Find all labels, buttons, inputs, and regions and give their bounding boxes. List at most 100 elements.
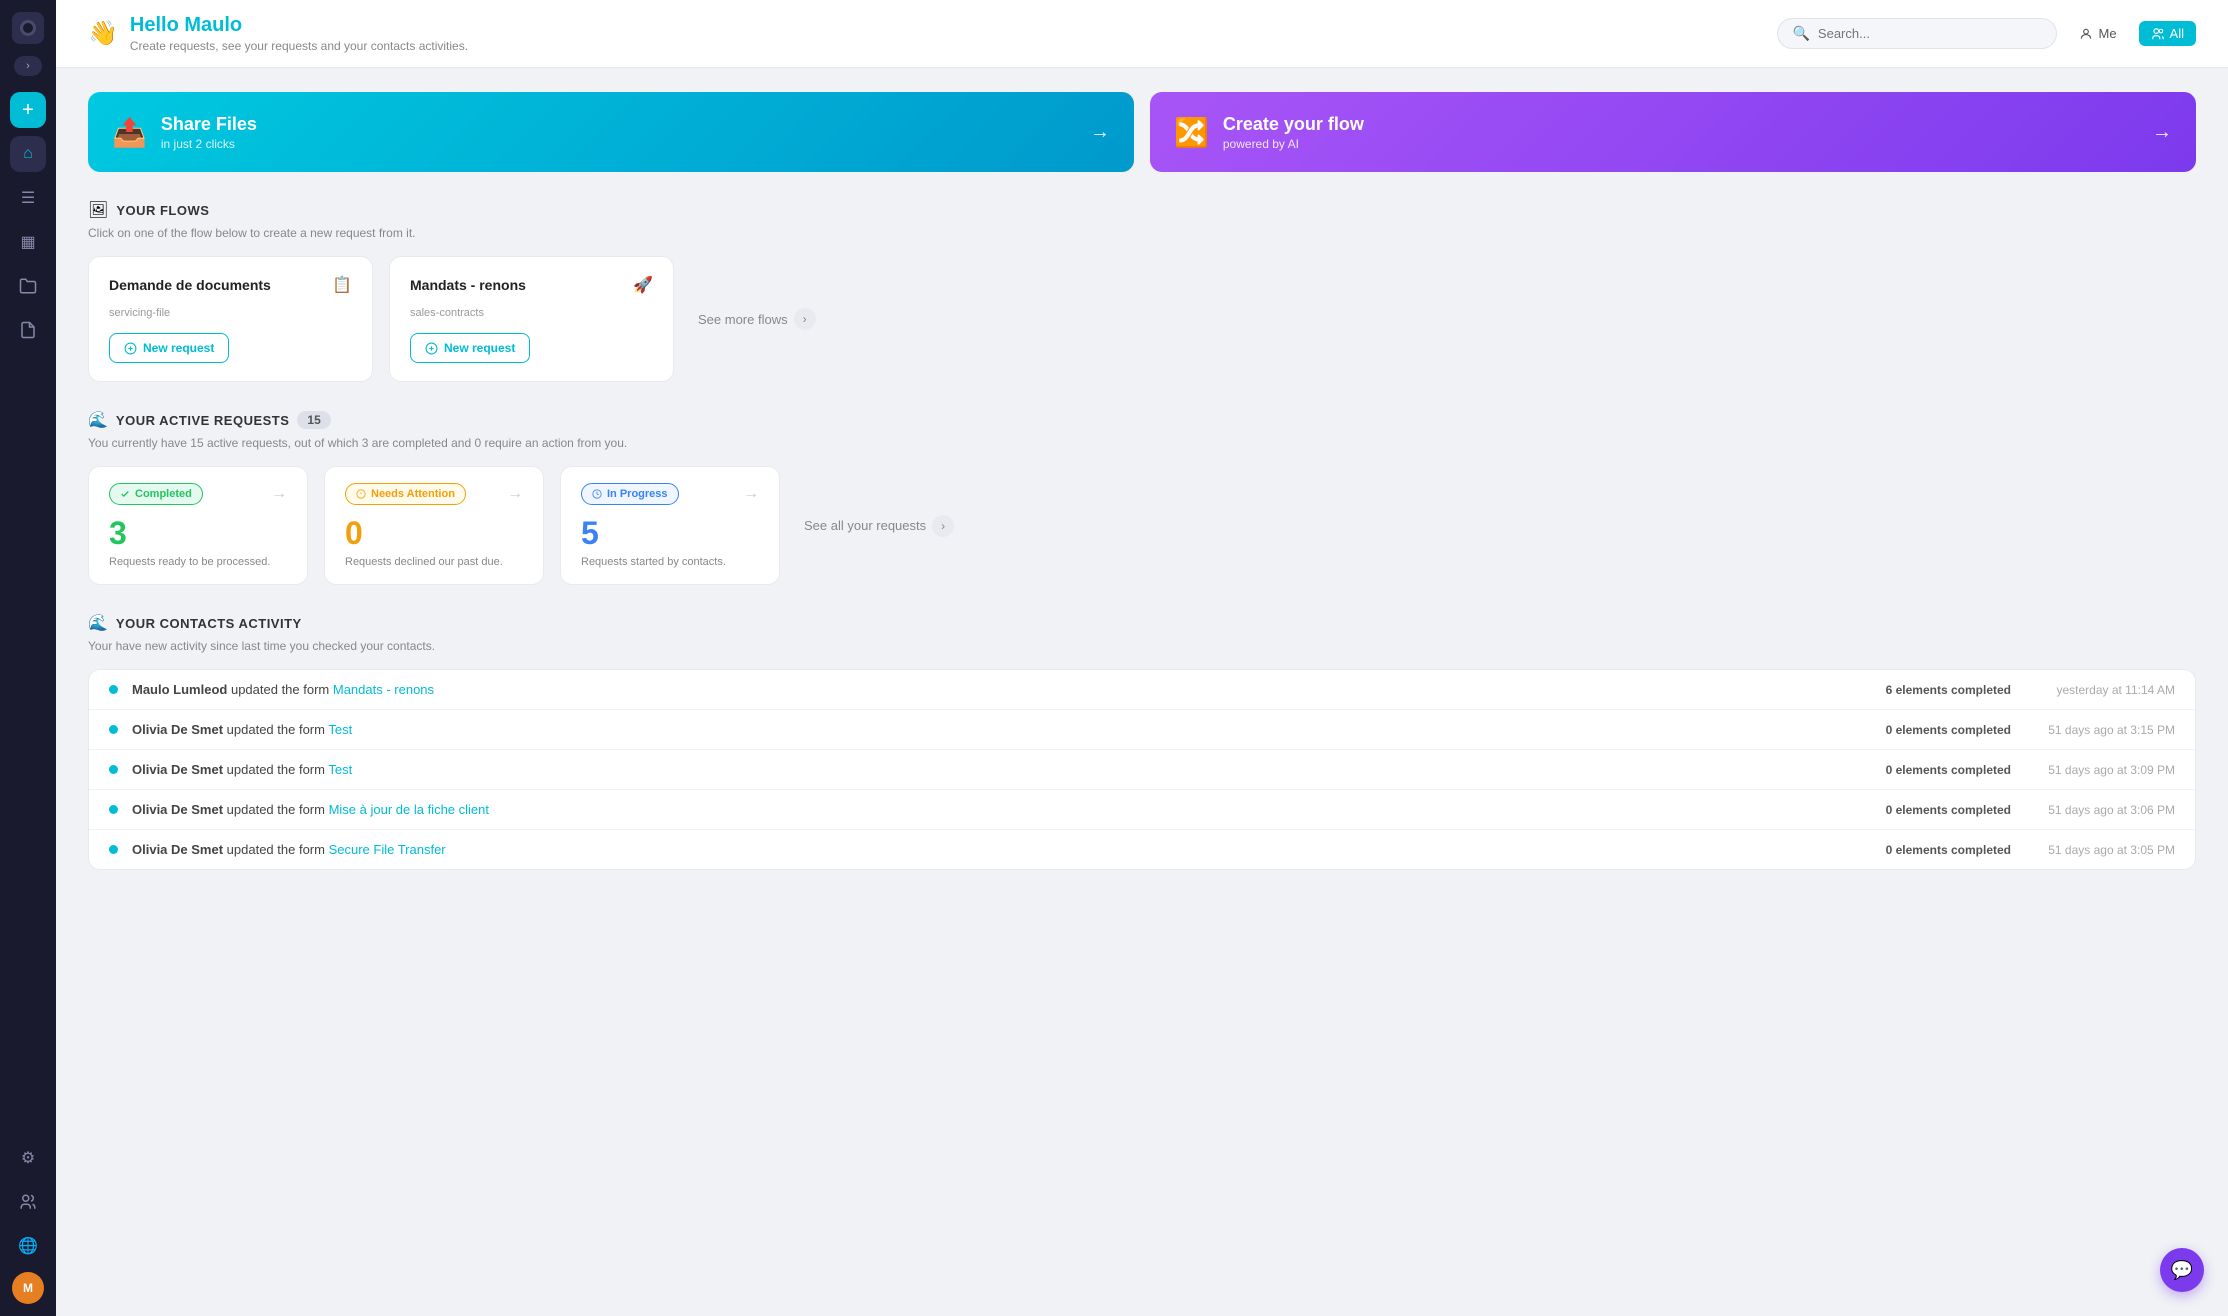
activity-dot bbox=[109, 805, 118, 814]
sidebar-avatar[interactable]: M bbox=[12, 1272, 44, 1304]
stat-card-progress: In Progress → 5 Requests started by cont… bbox=[560, 466, 780, 585]
flow-card-1-header: Mandats - renons 🚀 bbox=[410, 275, 653, 295]
share-files-sub: in just 2 clicks bbox=[161, 137, 257, 151]
activity-link-2[interactable]: Test bbox=[328, 762, 352, 777]
progress-arrow[interactable]: → bbox=[743, 485, 759, 503]
page-title: Hello Maulo bbox=[130, 14, 468, 37]
stat-card-progress-header: In Progress → bbox=[581, 483, 759, 505]
active-requests-title: YOUR ACTIVE REQUESTS bbox=[116, 413, 289, 428]
sidebar-add-button[interactable]: + bbox=[10, 92, 46, 128]
search-icon: 🔍 bbox=[1792, 25, 1809, 42]
activity-meta-0: 6 elements completed yesterday at 11:14 … bbox=[1871, 683, 2175, 697]
header-title-block: Hello Maulo Create requests, see your re… bbox=[130, 14, 468, 53]
sidebar-item-folder[interactable] bbox=[10, 268, 46, 304]
stat-card-attention: Needs Attention → 0 Requests declined ou… bbox=[324, 466, 544, 585]
activity-action-1: updated the form bbox=[227, 722, 329, 737]
activity-row: Olivia De Smet updated the form Test 0 e… bbox=[89, 710, 2195, 750]
contacts-activity-title: YOUR CONTACTS ACTIVITY bbox=[116, 616, 302, 631]
attention-arrow[interactable]: → bbox=[507, 485, 523, 503]
share-files-card[interactable]: 📤 Share Files in just 2 clicks → bbox=[88, 92, 1134, 172]
activity-count-1: 0 elements completed bbox=[1871, 723, 2011, 737]
me-button[interactable]: Me bbox=[2069, 21, 2126, 46]
sidebar-item-home[interactable]: ⌂ bbox=[10, 136, 46, 172]
chat-bubble-button[interactable]: 💬 bbox=[2160, 1248, 2204, 1292]
activity-link-0[interactable]: Mandats - renons bbox=[333, 682, 434, 697]
sidebar-logo bbox=[12, 12, 44, 44]
create-flow-sub: powered by AI bbox=[1223, 137, 1364, 151]
see-more-flows-link[interactable]: See more flows › bbox=[698, 308, 816, 330]
sidebar-item-grid[interactable]: ▦ bbox=[10, 224, 46, 260]
sidebar-item-list[interactable]: ☰ bbox=[10, 180, 46, 216]
completed-count: 3 bbox=[109, 515, 287, 552]
search-box[interactable]: 🔍 bbox=[1777, 18, 2057, 49]
flow-card-1-tag: sales-contracts bbox=[410, 307, 653, 319]
contacts-activity-header: 🌊 YOUR CONTACTS ACTIVITY bbox=[88, 613, 2196, 633]
flow-card-0-header: Demande de documents 📋 bbox=[109, 275, 352, 295]
activity-row: Maulo Lumleod updated the form Mandats -… bbox=[89, 670, 2195, 710]
flow-card-0-icon: 📋 bbox=[332, 275, 352, 295]
contacts-activity-section: 🌊 YOUR CONTACTS ACTIVITY Your have new a… bbox=[88, 613, 2196, 870]
wave-icon: 👋 bbox=[88, 19, 118, 48]
activity-dot bbox=[109, 765, 118, 774]
flow-card-1: Mandats - renons 🚀 sales-contracts New r… bbox=[389, 256, 674, 382]
activity-text-0: Maulo Lumleod updated the form Mandats -… bbox=[132, 682, 1871, 697]
activity-count-3: 0 elements completed bbox=[1871, 803, 2011, 817]
activity-dot bbox=[109, 845, 118, 854]
activity-row: Olivia De Smet updated the form Secure F… bbox=[89, 830, 2195, 869]
sidebar-settings-icon[interactable]: ⚙ bbox=[10, 1140, 46, 1176]
create-flow-card[interactable]: 🔀 Create your flow powered by AI → bbox=[1150, 92, 2196, 172]
stat-card-completed: Completed → 3 Requests ready to be proce… bbox=[88, 466, 308, 585]
active-requests-badge: 15 bbox=[297, 411, 330, 429]
new-request-button-0[interactable]: New request bbox=[109, 333, 229, 363]
flows-section-header: 🖼 YOUR FLOWS bbox=[88, 200, 2196, 220]
activity-person-4: Olivia De Smet bbox=[132, 842, 223, 857]
sidebar: › + ⌂ ☰ ▦ ⚙ 🌐 M bbox=[0, 0, 56, 1316]
activity-text-2: Olivia De Smet updated the form Test bbox=[132, 762, 1871, 777]
new-request-button-1[interactable]: New request bbox=[410, 333, 530, 363]
activity-time-2: 51 days ago at 3:09 PM bbox=[2035, 763, 2175, 777]
activity-action-2: updated the form bbox=[227, 762, 329, 777]
activity-time-3: 51 days ago at 3:06 PM bbox=[2035, 803, 2175, 817]
content-area: 📤 Share Files in just 2 clicks → 🔀 Creat… bbox=[56, 68, 2228, 894]
activity-count-2: 0 elements completed bbox=[1871, 763, 2011, 777]
share-files-icon: 📤 bbox=[112, 116, 147, 149]
activity-time-4: 51 days ago at 3:05 PM bbox=[2035, 843, 2175, 857]
activity-link-3[interactable]: Mise à jour de la fiche client bbox=[329, 802, 489, 817]
flows-row: Demande de documents 📋 servicing-file Ne… bbox=[88, 256, 2196, 382]
contacts-activity-icon: 🌊 bbox=[88, 613, 108, 633]
sidebar-globe-icon[interactable]: 🌐 bbox=[10, 1228, 46, 1264]
sidebar-item-doc[interactable] bbox=[10, 312, 46, 348]
promo-row: 📤 Share Files in just 2 clicks → 🔀 Creat… bbox=[88, 92, 2196, 172]
see-more-flows-arrow: › bbox=[794, 308, 816, 330]
attention-badge: Needs Attention bbox=[345, 483, 466, 505]
sidebar-collapse-button[interactable]: › bbox=[14, 56, 42, 76]
activity-meta-3: 0 elements completed 51 days ago at 3:06… bbox=[1871, 803, 2175, 817]
requests-cards: Completed → 3 Requests ready to be proce… bbox=[88, 466, 2196, 585]
create-flow-arrow: → bbox=[2152, 121, 2172, 144]
completed-arrow[interactable]: → bbox=[271, 485, 287, 503]
stat-card-attention-header: Needs Attention → bbox=[345, 483, 523, 505]
contacts-activity-sub: Your have new activity since last time y… bbox=[88, 639, 2196, 653]
activity-person-1: Olivia De Smet bbox=[132, 722, 223, 737]
attention-desc: Requests declined our past due. bbox=[345, 556, 523, 568]
activity-row: Olivia De Smet updated the form Test 0 e… bbox=[89, 750, 2195, 790]
progress-count: 5 bbox=[581, 515, 759, 552]
activity-link-1[interactable]: Test bbox=[328, 722, 352, 737]
flow-card-0-tag: servicing-file bbox=[109, 307, 352, 319]
activity-link-4[interactable]: Secure File Transfer bbox=[329, 842, 446, 857]
all-button[interactable]: All bbox=[2139, 21, 2196, 46]
activity-action-4: updated the form bbox=[227, 842, 329, 857]
see-all-requests-link[interactable]: See all your requests › bbox=[804, 515, 954, 537]
search-input[interactable] bbox=[1818, 26, 2043, 41]
completed-desc: Requests ready to be processed. bbox=[109, 556, 287, 568]
stat-card-completed-header: Completed → bbox=[109, 483, 287, 505]
flows-section-sub: Click on one of the flow below to create… bbox=[88, 226, 2196, 240]
progress-desc: Requests started by contacts. bbox=[581, 556, 759, 568]
activity-time-1: 51 days ago at 3:15 PM bbox=[2035, 723, 2175, 737]
create-flow-text: Create your flow powered by AI bbox=[1223, 114, 1364, 151]
activity-meta-2: 0 elements completed 51 days ago at 3:09… bbox=[1871, 763, 2175, 777]
activity-person-3: Olivia De Smet bbox=[132, 802, 223, 817]
flows-section-icon: 🖼 bbox=[88, 200, 108, 220]
attention-count: 0 bbox=[345, 515, 523, 552]
sidebar-users-icon[interactable] bbox=[10, 1184, 46, 1220]
